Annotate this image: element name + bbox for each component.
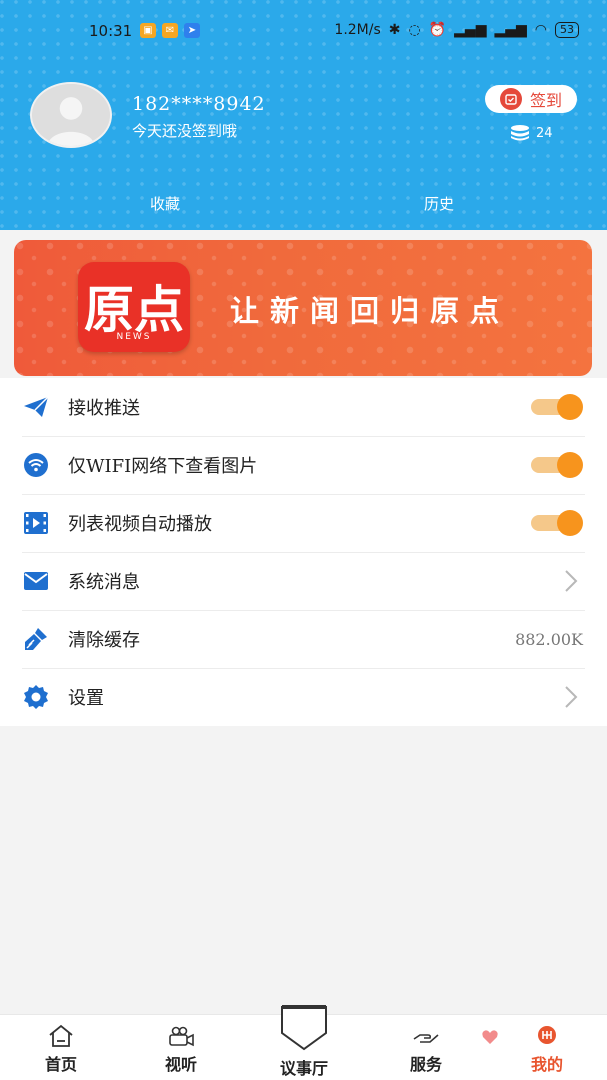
settings-label: 仅WIFI网络下查看图片 <box>68 456 258 477</box>
paper-plane-icon <box>22 393 50 421</box>
mail-notification-icon: ✉ <box>162 23 178 38</box>
status-bar: 10:31 ▣ ✉ ➤ 1.2M/s ✱ ◌ ⏰ ▂▄▆ ▂▄▆ ◠ 53 <box>0 0 607 64</box>
chevron-right-icon <box>565 570 578 592</box>
nav-mine[interactable]: 我的 <box>524 1015 570 1080</box>
tab-favorites[interactable]: 收藏 <box>150 193 180 214</box>
avatar[interactable] <box>30 82 112 148</box>
avatar-placeholder-icon <box>32 84 110 146</box>
wifi-status-icon: ◠ <box>534 22 547 38</box>
settings-row-messages[interactable]: 系统消息 <box>0 552 607 610</box>
nav-label: 视听 <box>164 1055 197 1074</box>
profile-header: 10:31 ▣ ✉ ➤ 1.2M/s ✱ ◌ ⏰ ▂▄▆ ▂▄▆ ◠ 53 18… <box>0 0 607 230</box>
settings-label: 系统消息 <box>68 572 140 593</box>
nav-home[interactable]: 首页 <box>38 1015 84 1080</box>
coin-count: 24 <box>536 125 553 141</box>
nav-service[interactable]: 服务 <box>403 1015 449 1080</box>
coins-icon <box>511 125 529 141</box>
settings-label: 清除缓存 <box>68 630 140 651</box>
nav-label: 服务 <box>409 1055 442 1074</box>
shield-icon <box>281 1005 327 1051</box>
wifi-icon <box>22 451 50 479</box>
settings-label: 设置 <box>68 688 104 709</box>
net-speed: 1.2M/s <box>334 22 381 38</box>
location-notification-icon: ➤ <box>184 23 200 38</box>
mute-icon: ◌ <box>408 22 421 38</box>
sign-hint: 今天还没签到哦 <box>132 122 238 140</box>
nav-label: 我的 <box>530 1055 563 1074</box>
settings-label: 列表视频自动播放 <box>68 514 212 535</box>
settings-row-settings[interactable]: 设置 <box>0 668 607 726</box>
gear-icon <box>22 683 50 711</box>
bluetooth-icon: ✱ <box>388 22 401 38</box>
broom-icon <box>22 625 50 653</box>
settings-label: 接收推送 <box>68 398 140 419</box>
status-time: 10:31 <box>89 22 133 40</box>
status-notifications: ▣ ✉ ➤ <box>140 23 200 38</box>
mail-icon <box>22 567 50 595</box>
signal-icon: ▂▄▆ <box>454 22 487 38</box>
heart-icon <box>482 1030 498 1044</box>
wifi-images-toggle[interactable] <box>531 452 583 478</box>
bottom-nav: 首页 视听 议事厅 服务 我的 <box>0 1005 607 1080</box>
settings-row-push[interactable]: 接收推送 <box>0 378 607 436</box>
alarm-icon: ⏰ <box>428 22 447 38</box>
promo-banner[interactable]: 原点 NEWS 让新闻回归原点 <box>14 240 592 376</box>
push-toggle[interactable] <box>531 394 583 420</box>
home-icon <box>49 1024 73 1047</box>
coin-balance[interactable]: 24 <box>509 124 553 142</box>
brand-logo: 原点 NEWS <box>78 262 190 352</box>
nav-label: 首页 <box>44 1055 77 1074</box>
nav-label: 议事厅 <box>279 1059 328 1078</box>
settings-row-autoplay[interactable]: 列表视频自动播放 <box>0 494 607 552</box>
signin-button[interactable]: 签到 <box>485 85 577 113</box>
settings-row-clear-cache[interactable]: 清除缓存 882.00K <box>0 610 607 668</box>
camera-icon <box>169 1026 194 1047</box>
signal-2-icon: ▂▄▆ <box>494 22 527 38</box>
notification-app-icon: ▣ <box>140 23 156 38</box>
logo-subtext: NEWS <box>116 332 152 342</box>
banner-slogan: 让新闻回归原点 <box>230 294 511 328</box>
hand-icon <box>413 1034 439 1043</box>
calendar-check-icon <box>499 88 522 110</box>
chevron-right-icon <box>565 686 578 708</box>
profile-icon <box>538 1026 556 1044</box>
status-right: 1.2M/s ✱ ◌ ⏰ ▂▄▆ ▂▄▆ ◠ 53 <box>334 22 579 38</box>
battery-indicator: 53 <box>555 22 579 38</box>
video-icon <box>22 509 50 537</box>
nav-video[interactable]: 视听 <box>158 1015 204 1080</box>
tab-history[interactable]: 历史 <box>424 193 454 214</box>
username: 182****8942 <box>132 93 266 115</box>
autoplay-toggle[interactable] <box>531 510 583 536</box>
settings-list: 接收推送 仅WIFI网络下查看图片 列表视频自动播放 系统消息 清除缓存 882… <box>0 378 607 726</box>
settings-row-wifi-images[interactable]: 仅WIFI网络下查看图片 <box>0 436 607 494</box>
signin-label: 签到 <box>529 91 562 110</box>
nav-council-hall[interactable]: 议事厅 <box>268 1005 340 1080</box>
cache-size: 882.00K <box>515 629 583 649</box>
